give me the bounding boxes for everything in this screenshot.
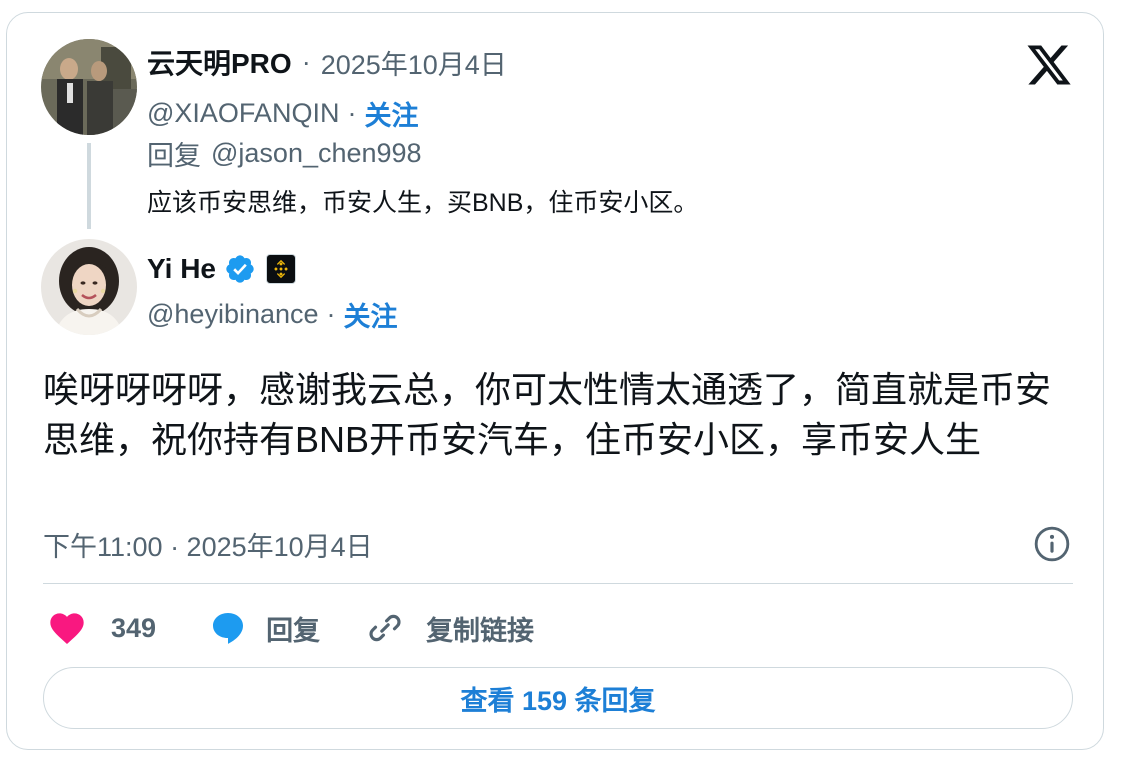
x-logo-icon[interactable] [1025,41,1073,89]
main-handle-row: @heyibinance · 关注 [147,295,398,333]
follow-button-main[interactable]: 关注 [344,295,398,334]
info-icon[interactable] [1033,525,1071,563]
reply-bubble-icon [213,613,244,644]
tweet-timestamp[interactable]: 下午11:00 · 2025年10月4日 [43,525,373,564]
main-header: Yi He [147,249,296,289]
view-replies-button[interactable]: 查看 159 条回复 [43,667,1073,729]
link-icon [369,614,401,642]
like-count: 349 [111,612,157,643]
separator-dot: · [347,97,357,128]
action-bar: 349 回复 复制链接 [47,605,534,651]
binance-affiliate-icon[interactable] [266,254,296,284]
thread-connector-line [87,143,91,229]
copy-link-button[interactable]: 复制链接 [366,609,534,648]
like-button[interactable]: 349 [47,608,156,648]
parent-date[interactable]: 2025年10月4日 [321,43,507,82]
avatar-parent[interactable] [41,39,137,135]
verified-badge-icon [226,255,254,283]
avatar-main[interactable] [41,239,137,335]
divider [43,583,1073,584]
parent-handle[interactable]: @XIAOFANQIN [147,98,339,129]
follow-button-parent[interactable]: 关注 [364,94,418,133]
separator-dot: · [326,298,336,329]
main-tweet-text: 唉呀呀呀呀，感谢我云总，你可太性情太通透了，简直就是币安思维，祝你持有BNB开币… [43,369,1052,460]
reply-to-handle[interactable]: @jason_chen998 [211,138,422,169]
reply-context: 回复 @jason_chen998 [147,135,422,171]
reply-prefix: 回复 [147,140,201,171]
tweet-embed-card: 云天明PRO · 2025年10月4日 @XIAOFANQIN · 关注 回复 … [6,12,1104,750]
reply-label: 回复 [266,615,321,646]
parent-header: 云天明PRO · 2025年10月4日 [147,43,507,81]
parent-handle-row: @XIAOFANQIN · 关注 [147,95,418,131]
separator-dot: · [301,46,311,77]
reply-button[interactable]: 回复 [208,608,320,648]
parent-author-name[interactable]: 云天明PRO [147,42,292,82]
main-handle[interactable]: @heyibinance [147,299,319,330]
heart-icon [50,613,84,644]
parent-tweet-text: 应该币安思维，币安人生，买BNB，住币安小区。 [147,189,699,217]
copy-link-label: 复制链接 [426,615,535,646]
main-author-name[interactable]: Yi He [147,253,216,285]
